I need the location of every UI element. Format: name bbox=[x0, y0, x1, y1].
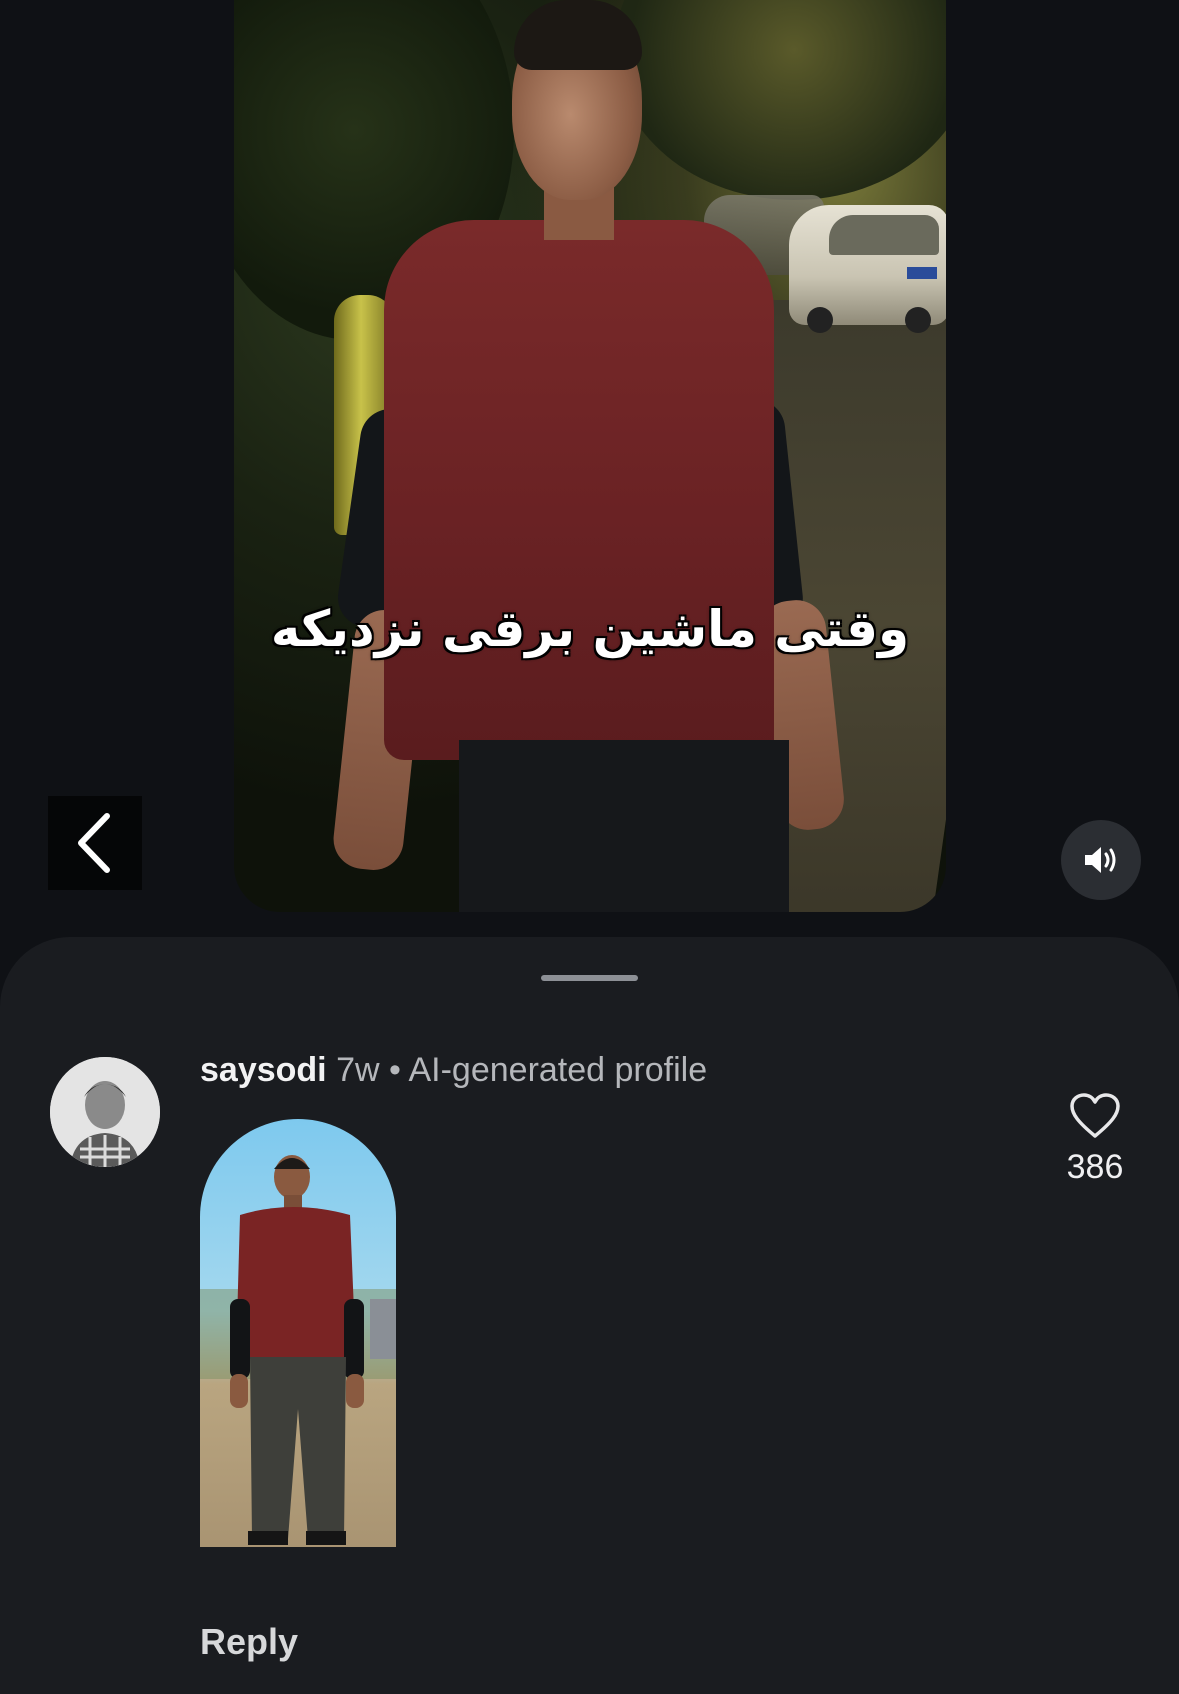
meta-separator: • bbox=[389, 1051, 401, 1089]
reel-comment-screen: وقتی ماشین برقی نزدیکه saysodi 7w • AI-g… bbox=[0, 0, 1179, 1694]
chevron-left-icon bbox=[78, 813, 110, 873]
comment-header: saysodi 7w • AI-generated profile bbox=[200, 1051, 707, 1090]
video-caption: وقتی ماشین برقی نزدیکه bbox=[270, 600, 910, 658]
speaker-icon bbox=[1085, 847, 1116, 873]
person-pants bbox=[459, 740, 789, 912]
back-button[interactable] bbox=[48, 796, 142, 890]
comment-sticker-image[interactable] bbox=[200, 1119, 396, 1547]
parked-car bbox=[789, 205, 946, 333]
person-shirt bbox=[384, 220, 774, 760]
avatar-image bbox=[50, 1057, 160, 1167]
sheet-drag-handle[interactable] bbox=[541, 975, 638, 981]
volume-button[interactable] bbox=[1061, 820, 1141, 900]
comment-username[interactable]: saysodi bbox=[200, 1051, 327, 1089]
comment-age: 7w bbox=[336, 1051, 380, 1089]
ai-profile-label[interactable]: AI-generated profile bbox=[408, 1051, 707, 1089]
like-control: 386 bbox=[1055, 1092, 1135, 1187]
heart-outline-icon[interactable] bbox=[1068, 1092, 1122, 1140]
reel-video[interactable]: وقتی ماشین برقی نزدیکه bbox=[234, 0, 946, 912]
reply-button[interactable]: Reply bbox=[200, 1621, 298, 1663]
game-character-image bbox=[200, 1155, 396, 1545]
like-count: 386 bbox=[1066, 1148, 1124, 1186]
comments-sheet: saysodi 7w • AI-generated profile Reply … bbox=[0, 937, 1179, 1694]
avatar[interactable] bbox=[50, 1057, 160, 1167]
tree-foliage bbox=[614, 0, 946, 200]
